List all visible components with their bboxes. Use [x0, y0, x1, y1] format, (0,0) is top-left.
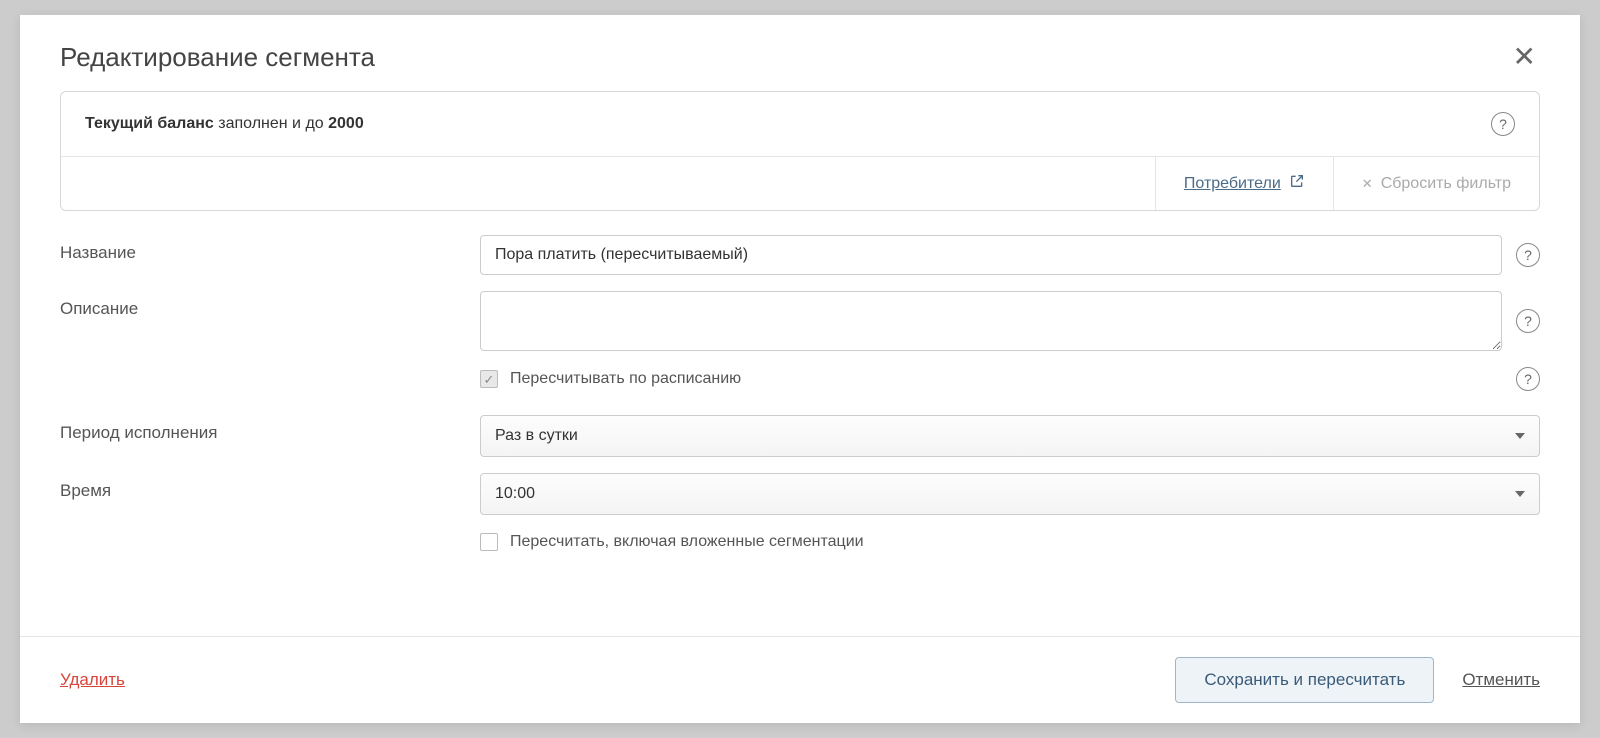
- reset-filter-button[interactable]: ✕ Сбросить фильтр: [1333, 157, 1539, 210]
- period-label: Период исполнения: [60, 415, 480, 443]
- recalc-schedule-label: Пересчитывать по расписанию: [510, 368, 741, 390]
- modal-footer: Удалить Сохранить и пересчитать Отменить: [20, 636, 1580, 723]
- external-link-icon: [1289, 173, 1305, 194]
- help-icon[interactable]: ?: [1516, 367, 1540, 391]
- filter-value: 2000: [328, 115, 364, 132]
- time-select[interactable]: 10:00: [480, 473, 1540, 515]
- period-row: Период исполнения Раз в сутки: [60, 415, 1540, 457]
- help-icon[interactable]: ?: [1516, 309, 1540, 333]
- name-input[interactable]: [480, 235, 1502, 275]
- recalc-nested-row: Пересчитать, включая вложенные сегментац…: [480, 531, 1540, 553]
- modal-body: Текущий баланс заполнен и до 2000 ? Потр…: [20, 91, 1580, 636]
- edit-segment-modal: Редактирование сегмента ✕ Текущий баланс…: [20, 15, 1580, 723]
- close-icon[interactable]: ✕: [1509, 39, 1540, 75]
- delete-button[interactable]: Удалить: [60, 670, 125, 690]
- chevron-down-icon: [1515, 491, 1525, 497]
- filter-field-name: Текущий баланс: [85, 115, 214, 132]
- consumers-link[interactable]: Потребители: [1155, 157, 1333, 210]
- description-input[interactable]: [480, 291, 1502, 351]
- cancel-button[interactable]: Отменить: [1462, 670, 1540, 690]
- modal-header: Редактирование сегмента ✕: [20, 15, 1580, 91]
- recalc-nested-label: Пересчитать, включая вложенные сегментац…: [510, 531, 864, 553]
- filter-actions: Потребители ✕ Сбросить фильтр: [61, 156, 1539, 210]
- description-row: Описание ?: [60, 291, 1540, 351]
- consumers-link-label: Потребители: [1184, 175, 1281, 193]
- period-select[interactable]: Раз в сутки: [480, 415, 1540, 457]
- help-icon[interactable]: ?: [1491, 112, 1515, 136]
- time-label: Время: [60, 473, 480, 501]
- time-value: 10:00: [495, 485, 535, 503]
- reset-filter-label: Сбросить фильтр: [1381, 175, 1511, 193]
- description-label: Описание: [60, 291, 480, 319]
- chevron-down-icon: [1515, 433, 1525, 439]
- filter-summary-text: Текущий баланс заполнен и до 2000: [85, 115, 364, 133]
- modal-title: Редактирование сегмента: [60, 42, 375, 73]
- recalc-schedule-checkbox[interactable]: [480, 370, 498, 388]
- recalc-schedule-row: Пересчитывать по расписанию ?: [480, 367, 1540, 391]
- filter-middle-text: заполнен и до: [214, 115, 328, 132]
- help-icon[interactable]: ?: [1516, 243, 1540, 267]
- time-row: Время 10:00: [60, 473, 1540, 515]
- x-icon: ✕: [1362, 176, 1373, 192]
- filter-summary-box: Текущий баланс заполнен и до 2000 ? Потр…: [60, 91, 1540, 211]
- filter-summary-row: Текущий баланс заполнен и до 2000 ?: [61, 92, 1539, 156]
- name-label: Название: [60, 235, 480, 263]
- period-value: Раз в сутки: [495, 427, 578, 445]
- recalc-nested-checkbox[interactable]: [480, 533, 498, 551]
- name-row: Название ?: [60, 235, 1540, 275]
- footer-actions: Сохранить и пересчитать Отменить: [1175, 657, 1540, 703]
- save-button[interactable]: Сохранить и пересчитать: [1175, 657, 1434, 703]
